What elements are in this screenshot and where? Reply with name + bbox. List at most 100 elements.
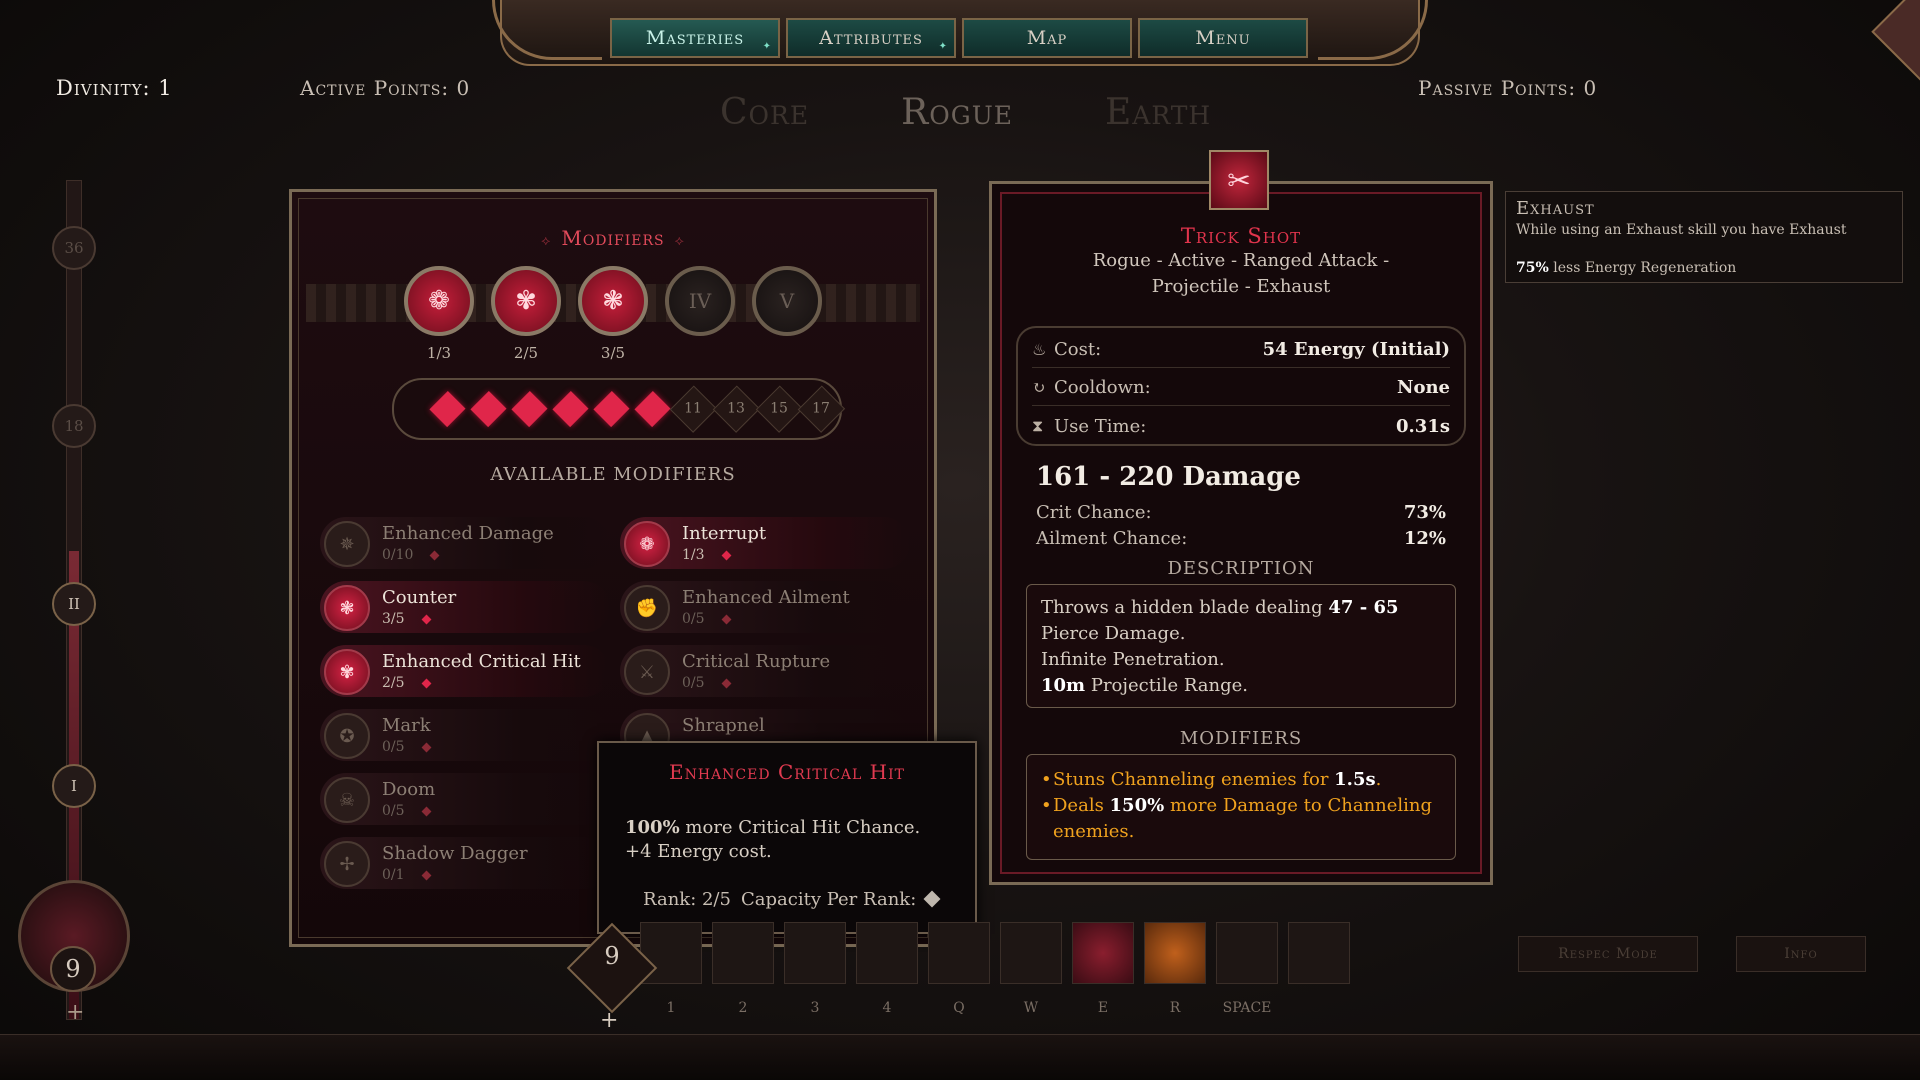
tree-tab-rogue[interactable]: Rogue [901,92,1013,133]
modifier-name: Shrapnel [682,715,765,736]
tab-masteries[interactable]: Masteries ✦ [610,18,780,58]
modifier-critical-rupture[interactable]: ⚔ Critical Rupture 0/5 [620,645,910,697]
hotbar-slot[interactable] [1288,922,1350,984]
ailment-label: Ailment Chance: [1036,528,1188,549]
mod-value: 150% [1109,795,1165,816]
modifier-enhanced-critical-hit[interactable]: ✾ Enhanced Critical Hit 2/5 [320,645,610,697]
mod-value: 1.5s [1334,769,1376,790]
tab-label: Attributes [819,27,923,49]
crit-label: Crit Chance: [1036,502,1152,523]
modifier-slot-4[interactable]: IV [665,266,735,336]
dagger-icon: ✢ [324,841,370,887]
stat-label: Use Time: [1054,415,1147,437]
exhaust-keyword-box: Exhaust While using an Exhaust skill you… [1505,191,1903,283]
mod-text: . [1375,769,1382,790]
crit-value: 73% [1403,502,1446,523]
capacity-diamond-filled [633,391,670,427]
slot-rank [665,344,735,362]
hotbar-slot[interactable] [712,922,774,984]
tooltip-line-2: +4 Energy cost. [625,841,772,862]
tab-attributes[interactable]: Attributes ✦ [786,18,956,58]
skill-modifier-item: Deals 150% more Damage to Channeling ene… [1041,793,1441,845]
skill-modifiers-title: MODIFIERS [1179,728,1303,749]
modifier-rank: 2/5 [382,675,430,691]
passive-points-label: Passive Points: 0 [1418,76,1598,100]
divinity-label: Divinity: 1 [56,76,173,100]
modifier-slot-3[interactable]: ❃ [578,266,648,336]
capacity-diamond-icon [923,890,941,908]
skill-points-number: 9 [604,942,620,970]
mod-text: Deals [1053,795,1110,816]
modifier-doom[interactable]: ☠ Doom 0/5 [320,773,610,825]
modifier-slot-5[interactable]: V [752,266,822,336]
hotbar-slot[interactable] [1216,922,1278,984]
hotkey-label: Q [953,1000,965,1016]
modifier-shadow-dagger[interactable]: ✢ Shadow Dagger 0/1 [320,837,610,889]
respec-mode-button[interactable]: Respec Mode [1518,936,1698,972]
modifier-slot-1[interactable]: ❁ [404,266,474,336]
modifier-mark[interactable]: ✪ Mark 0/5 [320,709,610,761]
exhaust-text: less Energy Regeneration [1548,260,1737,276]
bottom-bar [0,1034,1920,1080]
claw-icon: ✵ [324,521,370,567]
capacity-diamond-filled [593,391,630,427]
exhaust-effect: 75% less Energy Regeneration [1516,260,1736,276]
modifier-slot-2[interactable]: ✾ [491,266,561,336]
info-button[interactable]: Info [1736,936,1866,972]
desc-line: Infinite Penetration. [1041,649,1225,670]
stat-value: None [1397,377,1450,398]
desc-value: 47 - 65 [1328,597,1399,618]
capacity-diamond-filled [429,391,466,427]
modifier-rank: 0/5 [382,803,430,819]
hourglass-icon: ⧗ [1032,416,1044,435]
modifier-name: Mark [382,715,431,736]
modifier-name: Critical Rupture [682,651,831,672]
skill-hotbar [640,922,1350,984]
hotkey-label: W [1023,1000,1039,1016]
modifier-counter[interactable]: ❃ Counter 3/5 [320,581,610,633]
stat-use-time: ⧗ Use Time: 0.31s [1032,408,1450,444]
hotbar-slot[interactable] [1000,922,1062,984]
add-level-button[interactable]: + [66,1000,84,1025]
tree-tab-earth[interactable]: Earth [1105,92,1211,133]
desc-value: 10m [1041,675,1086,696]
modifier-rank: 0/10 [382,547,438,563]
tab-menu[interactable]: Menu [1138,18,1308,58]
capacity-threshold: 13 [712,385,760,433]
exhaust-value: 75% [1516,260,1549,276]
hotbar-slot[interactable] [784,922,846,984]
hotbar-slot[interactable] [1072,922,1134,984]
top-navigation: Masteries ✦ Attributes ✦ Map Menu [492,0,1428,66]
tree-tab-core[interactable]: Core [720,92,809,133]
skill-detail-panel: Trick Shot Rogue - Active - Ranged Attac… [989,181,1493,885]
hotkey-label: 1 [666,1000,676,1016]
leaf-icon: ✾ [515,286,537,316]
hotbar-slot[interactable] [928,922,990,984]
add-skill-button[interactable]: + [600,1008,618,1033]
ornament-right [1318,0,1428,60]
skill-title: Trick Shot [1180,224,1302,248]
desc-text: Projectile Range. [1085,675,1249,696]
tab-map[interactable]: Map [962,18,1132,58]
tab-label: Masteries [645,27,745,49]
flower-icon: ❃ [324,585,370,631]
description-title: DESCRIPTION [1167,558,1315,579]
modifier-enhanced-damage[interactable]: ✵ Enhanced Damage 0/10 [320,517,610,569]
cooldown-icon: ↻ [1032,378,1046,397]
tooltip-capacity: Capacity Per Rank: [741,889,941,910]
rose-icon: ❁ [624,521,670,567]
progress-node-ii: II [52,582,96,626]
hotbar-slot[interactable] [856,922,918,984]
hotbar-slot[interactable] [1144,922,1206,984]
modifier-interrupt[interactable]: ❁ Interrupt 1/3 [620,517,910,569]
sparkle-icon: ✦ [762,41,772,52]
capacity-number: 15 [770,401,788,417]
desc-text: Pierce Damage. [1041,623,1186,644]
modifier-rank: 3/5 [382,611,430,627]
tab-label: Map [1026,27,1068,49]
ailment-value: 12% [1403,528,1446,549]
energy-icon: ♨ [1032,340,1047,359]
hotkey-label: 3 [810,1000,820,1016]
modifier-enhanced-ailment[interactable]: ✊ Enhanced Ailment 0/5 [620,581,910,633]
modifier-rank: 1/3 [682,547,730,563]
